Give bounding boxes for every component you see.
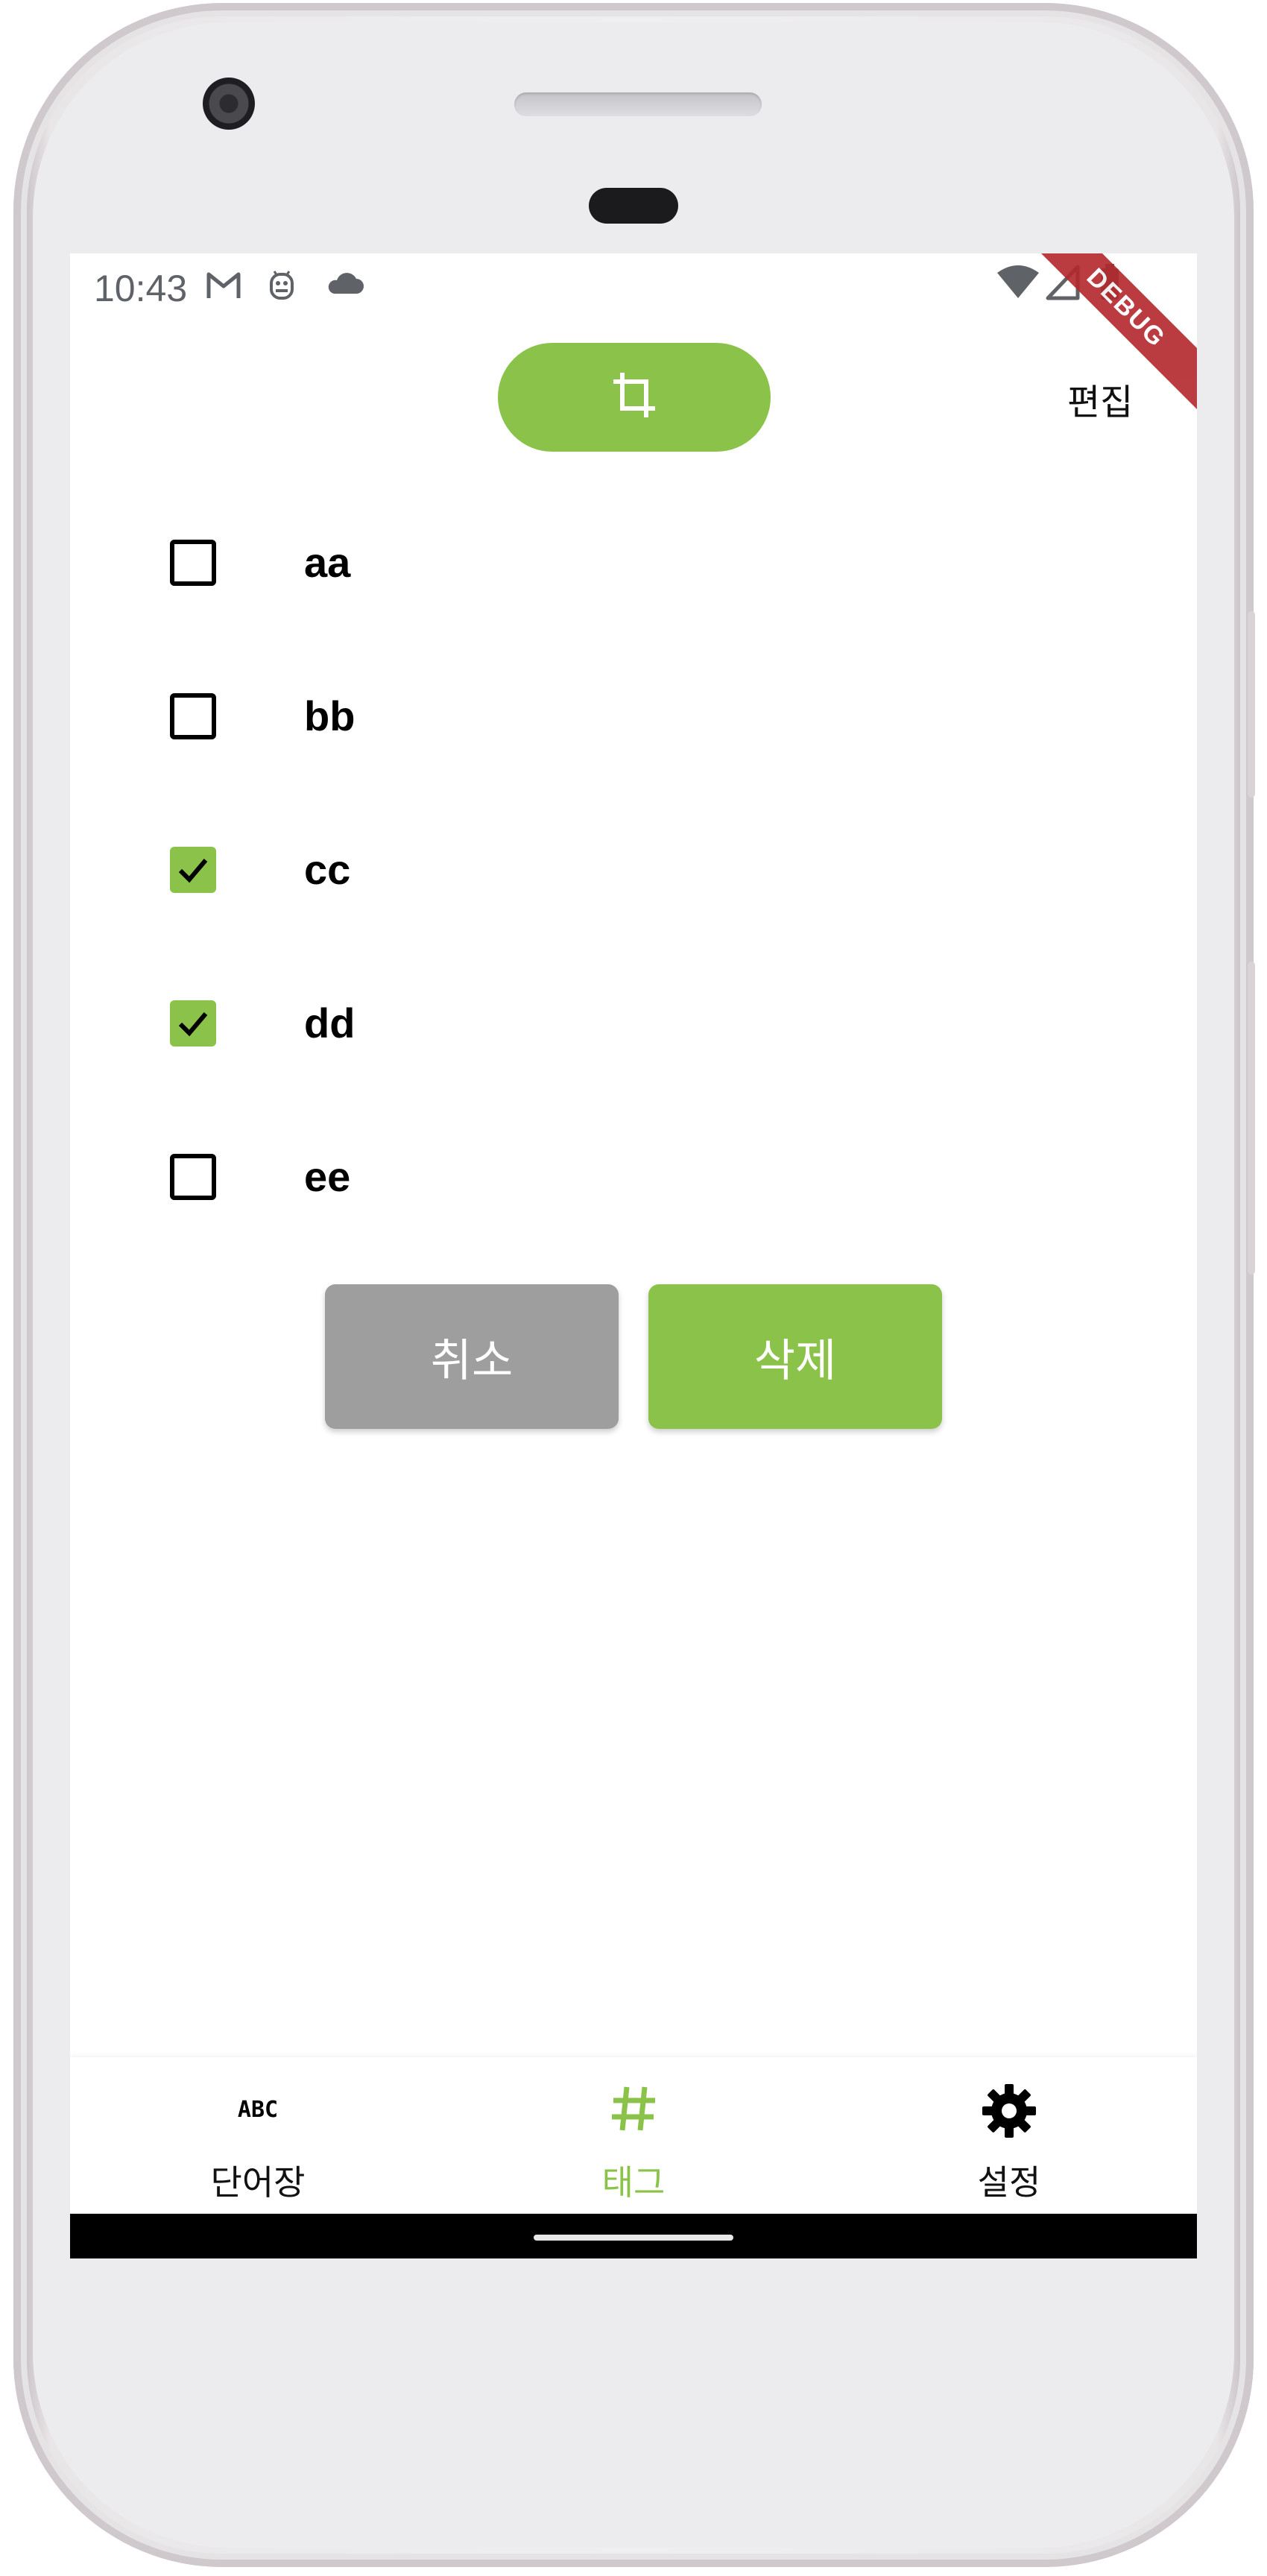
android-robot-icon bbox=[265, 267, 298, 308]
nav-item-settings[interactable]: 설정 bbox=[821, 2057, 1197, 2214]
tag-label: bb bbox=[304, 692, 356, 739]
tag-label: dd bbox=[304, 1000, 356, 1046]
system-navigation-bar bbox=[70, 2214, 1197, 2258]
check-icon bbox=[178, 1012, 208, 1037]
nav-label: 단어장 bbox=[210, 2162, 306, 2203]
cloud-icon bbox=[323, 267, 365, 308]
tag-label: cc bbox=[304, 846, 351, 893]
nav-item-wordbook[interactable]: ABC 단어장 bbox=[70, 2057, 446, 2214]
check-icon bbox=[178, 859, 208, 883]
tag-checkbox-checked[interactable] bbox=[170, 847, 216, 893]
status-bar: 10:43 bbox=[70, 253, 1197, 319]
tag-label: aa bbox=[304, 539, 351, 586]
gear-icon bbox=[981, 2083, 1037, 2142]
nav-label: 설정 bbox=[977, 2162, 1041, 2203]
list-item[interactable]: bb bbox=[70, 672, 1197, 762]
abc-icon: ABC bbox=[228, 2083, 288, 2138]
tag-label: ee bbox=[304, 1153, 351, 1200]
power-button bbox=[1248, 611, 1255, 798]
tag-checkbox[interactable] bbox=[170, 693, 216, 739]
tag-checkbox[interactable] bbox=[170, 540, 216, 586]
bottom-navigation: ABC 단어장 태그 설정 bbox=[70, 2057, 1197, 2214]
gmail-icon bbox=[204, 267, 243, 308]
crop-icon bbox=[610, 370, 658, 425]
earpiece-speaker bbox=[514, 92, 762, 116]
list-item[interactable]: dd bbox=[70, 979, 1197, 1069]
app-screen: 10:43 DEBUG 편집 aa bb cc dd ee 취소 삭제 ABC … bbox=[70, 253, 1197, 2258]
cancel-button[interactable]: 취소 bbox=[325, 1284, 619, 1429]
list-item[interactable]: cc bbox=[70, 826, 1197, 915]
crop-button[interactable] bbox=[498, 343, 771, 452]
volume-button bbox=[1248, 962, 1255, 1275]
svg-text:ABC: ABC bbox=[238, 2097, 278, 2123]
list-item[interactable]: aa bbox=[70, 519, 1197, 608]
edit-button[interactable]: 편집 bbox=[1067, 373, 1133, 425]
wifi-icon bbox=[996, 264, 1040, 306]
hashtag-icon bbox=[607, 2083, 660, 2138]
nav-item-tags[interactable]: 태그 bbox=[446, 2057, 821, 2214]
tag-checkbox-checked[interactable] bbox=[170, 1000, 216, 1046]
home-gesture-handle[interactable] bbox=[534, 2235, 733, 2241]
tag-checkbox[interactable] bbox=[170, 1154, 216, 1200]
proximity-sensor bbox=[589, 188, 678, 224]
status-time: 10:43 bbox=[94, 268, 188, 309]
list-item[interactable]: ee bbox=[70, 1133, 1197, 1222]
delete-button[interactable]: 삭제 bbox=[648, 1284, 942, 1429]
front-camera bbox=[203, 78, 255, 130]
nav-label: 태그 bbox=[601, 2162, 666, 2203]
